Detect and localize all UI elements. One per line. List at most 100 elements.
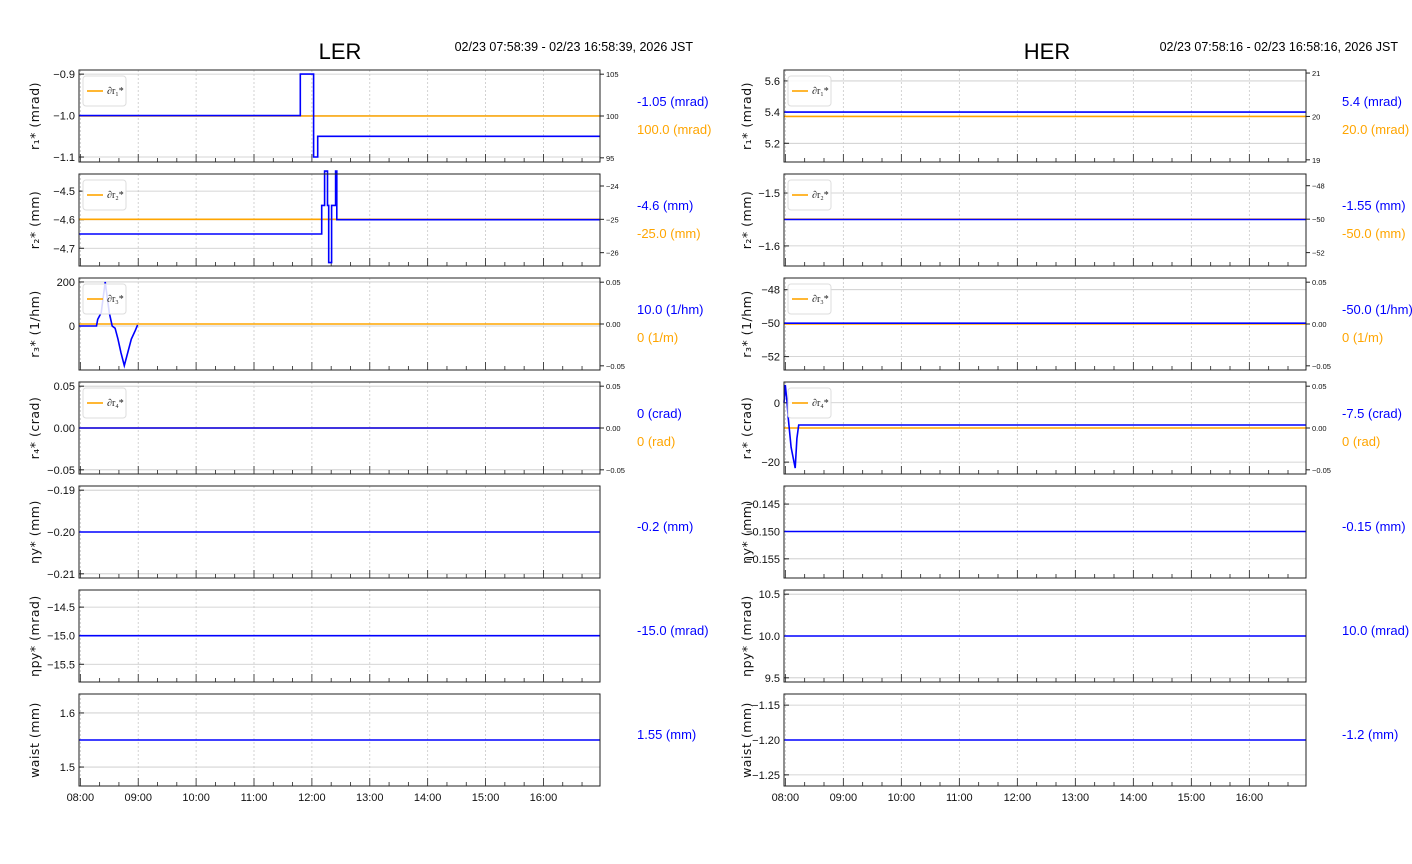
y-tick-label: 0.00 <box>54 423 75 435</box>
x-tick-label: 08:00 <box>772 792 800 804</box>
right-y-tick-label: 0.05 <box>1312 382 1327 391</box>
y-tick-label: −1.6 <box>758 241 780 253</box>
legend: ∂r₃* <box>82 283 127 315</box>
right-y-tick-label: −26 <box>606 249 619 258</box>
y-tick-label: −0.05 <box>47 465 75 477</box>
legend: ∂r₃* <box>787 283 832 315</box>
panel-eta_y: −0.19 −0.20 −0.21 ηy* (mm) -0.2 (mm) <box>27 485 693 581</box>
series-line-r2 <box>79 170 600 264</box>
right-y-tick-label: −0.05 <box>606 362 625 371</box>
x-tick-label: 08:00 <box>67 792 95 804</box>
panel-eta_py: 10.5 10.0 9.5 ηpy* (mrad) 10.0 (mrad) <box>739 589 1409 685</box>
y-axis-label: r₃* (1/hm) <box>27 290 42 357</box>
column-title: HER <box>1024 39 1070 64</box>
y-tick-label: −48 <box>761 285 780 297</box>
legend-label: ∂r₂* <box>812 190 829 201</box>
value-readout: -25.0 (mm) <box>637 226 701 241</box>
right-y-tick-label: −50 <box>1312 215 1325 224</box>
y-tick-label: −20 <box>761 457 780 469</box>
right-y-tick-label: 0.00 <box>606 320 621 329</box>
y-tick-label: −0.21 <box>47 569 75 581</box>
y-tick-label: −1.0 <box>53 111 75 123</box>
value-readout: -50.0 (mm) <box>1342 226 1406 241</box>
value-readout: 0 (rad) <box>1342 434 1380 449</box>
x-tick-label: 09:00 <box>830 792 858 804</box>
right-y-tick-label: 20 <box>1312 112 1320 121</box>
y-tick-label: 5.4 <box>765 107 780 119</box>
value-readout: 0 (1/m) <box>1342 330 1383 345</box>
right-y-tick-label: 19 <box>1312 156 1320 165</box>
y-tick-label: −4.7 <box>53 243 75 255</box>
y-tick-label: −1.25 <box>752 770 780 782</box>
y-axis-label: r₁* (mrad) <box>27 82 42 150</box>
right-y-tick-label: 0.00 <box>606 424 621 433</box>
right-y-tick-label: −48 <box>1312 182 1325 191</box>
y-tick-label: 1.5 <box>60 762 75 774</box>
x-tick-label: 15:00 <box>1178 792 1206 804</box>
value-readout: 20.0 (mrad) <box>1342 122 1409 137</box>
value-readout: 100.0 (mrad) <box>637 122 711 137</box>
y-axis-label: r₄* (crad) <box>27 397 42 460</box>
legend: ∂r₂* <box>787 179 832 211</box>
y-tick-label: 0.05 <box>54 381 75 393</box>
x-tick-label: 13:00 <box>356 792 384 804</box>
y-tick-label: −14.5 <box>47 602 75 614</box>
value-readout: -4.6 (mm) <box>637 198 693 213</box>
value-readout: -1.55 (mm) <box>1342 198 1406 213</box>
y-axis-label: r₁* (mrad) <box>739 82 754 150</box>
y-axis-label: waist (mm) <box>27 702 42 778</box>
y-axis-label: ηy* (mm) <box>739 500 754 564</box>
value-readout: -50.0 (1/hm) <box>1342 302 1412 317</box>
panel-eta_y: −0.145−0.150−0.155ηy* (mm) -0.15 (mm) <box>739 485 1406 579</box>
y-tick-label: 10.0 <box>759 631 780 643</box>
column-title: LER <box>319 39 362 64</box>
right-y-tick-label: 0.05 <box>1312 278 1327 287</box>
x-tick-label: 15:00 <box>472 792 500 804</box>
y-tick-label: 0 <box>774 398 780 410</box>
panel-r2: −4.5 −4.6 −4.7 −24 −25 −26 ∂r₂* r₂* (mm) -4.6 (m… <box>27 170 701 267</box>
legend: ∂r₄* <box>787 387 832 419</box>
column-ler: LER 02/23 07:58:39 - 02/23 16:58:39, 2026… <box>27 39 711 804</box>
value-readout: -1.2 (mm) <box>1342 727 1398 742</box>
time-range: 02/23 07:58:39 - 02/23 16:58:39, 2026 JS… <box>455 40 694 54</box>
value-readout: -7.5 (crad) <box>1342 406 1402 421</box>
y-tick-label: 5.2 <box>765 138 780 150</box>
y-tick-label: −15.5 <box>47 659 75 671</box>
x-tick-label: 13:00 <box>1062 792 1090 804</box>
y-tick-label: −1.1 <box>53 152 75 164</box>
legend-label: ∂r₃* <box>812 294 829 305</box>
right-y-tick-label: −0.05 <box>1312 466 1331 475</box>
legend-label: ∂r₃* <box>107 294 124 305</box>
panel-eta_py: −14.5 −15.0 −15.5 ηpy* (mrad) -15.0 (mrad) <box>27 589 709 683</box>
x-tick-label: 16:00 <box>530 792 558 804</box>
legend: ∂r₄* <box>82 387 127 419</box>
panel-r2: −1.5 −1.6 −48 −50 −52 ∂r₂* r₂* (mm) -1.55 (mm) -… <box>739 173 1406 267</box>
y-axis-label: waist (mm) <box>739 702 754 778</box>
panel-waist: 1.6 1.5 waist (mm) 1.55 (mm) <box>27 693 696 787</box>
x-tick-label: 16:00 <box>1236 792 1264 804</box>
y-tick-label: −4.5 <box>53 186 75 198</box>
value-readout: -1.05 (mrad) <box>637 94 709 109</box>
right-y-tick-label: −0.05 <box>1312 362 1331 371</box>
legend-label: ∂r₄* <box>107 398 124 409</box>
legend-label: ∂r₁* <box>812 86 829 97</box>
right-y-tick-label: −25 <box>606 215 619 224</box>
y-tick-label: −1.15 <box>752 700 780 712</box>
right-y-tick-label: 21 <box>1312 69 1320 78</box>
y-tick-label: 0 <box>69 321 75 333</box>
y-tick-label: 5.6 <box>765 76 780 88</box>
right-y-tick-label: 0.00 <box>1312 424 1327 433</box>
y-axis-label: r₄* (crad) <box>739 397 754 460</box>
panel-r1: 5.6 5.4 5.2 21 20 19 ∂r₁* r₁* (mrad) 5.4 (mrad) 2… <box>739 69 1409 165</box>
y-axis-label: ηpy* (mrad) <box>27 595 42 677</box>
y-axis-label: ηy* (mm) <box>27 500 42 564</box>
panel-r3: −48 −50 −52 0.05 0.00 −0.05 ∂r₃* r₃* (1/hm) -50.… <box>739 277 1412 371</box>
legend: ∂r₁* <box>787 75 832 107</box>
value-readout: 0 (1/m) <box>637 330 678 345</box>
value-readout: -15.0 (mrad) <box>637 623 709 638</box>
y-tick-label: −1.5 <box>758 188 780 200</box>
value-readout: 0 (rad) <box>637 434 675 449</box>
y-tick-label: −50 <box>761 318 780 330</box>
x-tick-label: 10:00 <box>182 792 210 804</box>
y-axis-label: r₃* (1/hm) <box>739 290 754 357</box>
